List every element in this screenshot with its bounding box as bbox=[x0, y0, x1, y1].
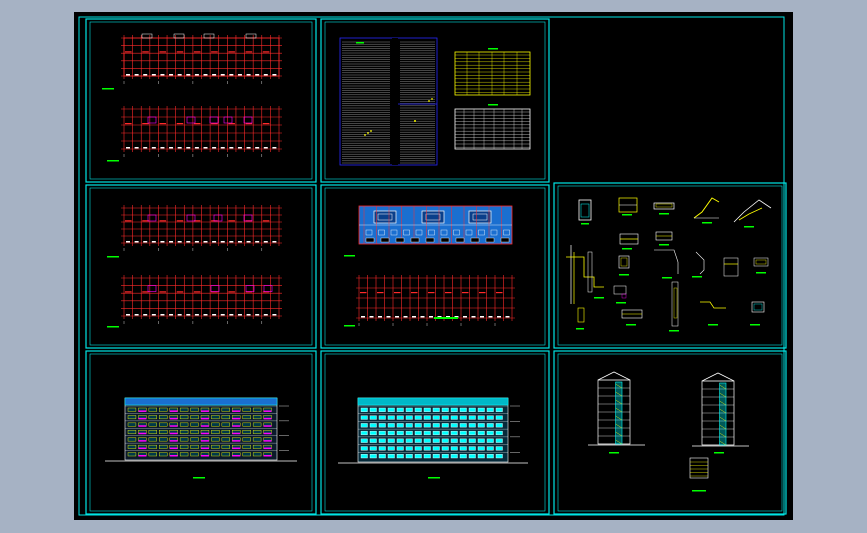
drawing-title-bar bbox=[344, 255, 355, 257]
sheet-sections[interactable] bbox=[553, 350, 787, 515]
cad-drawing-sheet-set[interactable] bbox=[74, 12, 793, 520]
rear-elevation bbox=[338, 397, 528, 464]
construction-details bbox=[566, 197, 772, 332]
sheet-front-elevation[interactable] bbox=[85, 350, 317, 515]
floor-plan-top bbox=[121, 205, 282, 251]
door-window-schedule bbox=[339, 37, 438, 166]
sheet-rear-elevation[interactable] bbox=[320, 350, 550, 515]
roof-plan bbox=[358, 205, 513, 245]
drawing-title-bar bbox=[344, 325, 355, 327]
sheet-floor-plans-b[interactable] bbox=[85, 184, 317, 349]
drawing-title-bar bbox=[107, 326, 119, 328]
drawing-title-bar bbox=[428, 477, 440, 479]
sheet-details[interactable] bbox=[553, 182, 787, 349]
material-table-yellow bbox=[454, 48, 531, 96]
front-elevation bbox=[105, 397, 297, 462]
floor-plan-bottom bbox=[121, 106, 282, 157]
drawing-title-bar bbox=[193, 477, 205, 479]
drawing-title-bar bbox=[434, 317, 458, 319]
floor-plan-top bbox=[121, 33, 282, 84]
sheet-schedules[interactable] bbox=[320, 18, 550, 183]
drawing-title-bar bbox=[107, 160, 119, 162]
sheet-roof-and-ground-plans[interactable] bbox=[320, 184, 550, 349]
material-table-white bbox=[454, 104, 531, 150]
drawing-canvas[interactable] bbox=[74, 12, 793, 520]
building-sections bbox=[588, 371, 749, 492]
sheet-floor-plans-a[interactable] bbox=[85, 18, 317, 183]
floor-plan-bottom bbox=[121, 275, 282, 324]
drawing-title-bar bbox=[107, 256, 119, 258]
drawing-title-bar bbox=[102, 88, 114, 90]
